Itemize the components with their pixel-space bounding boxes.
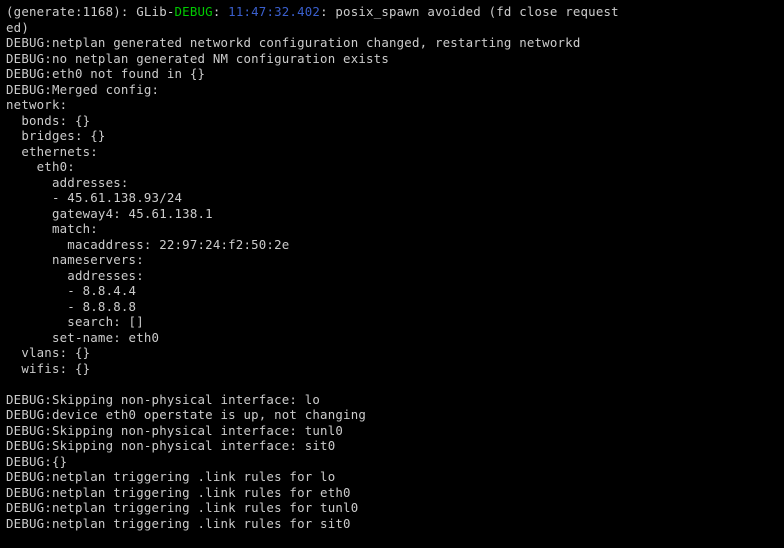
yaml-line: gateway4: 45.61.138.1 bbox=[6, 206, 213, 221]
yaml-line: network: bbox=[6, 97, 67, 112]
yaml-line: addresses: bbox=[6, 268, 144, 283]
debug-line: DEBUG:Skipping non-physical interface: t… bbox=[6, 423, 343, 438]
debug-line: DEBUG:netplan triggering .link rules for… bbox=[6, 469, 335, 484]
debug-line: DEBUG:no netplan generated NM configurat… bbox=[6, 51, 389, 66]
yaml-line: - 8.8.8.8 bbox=[6, 299, 136, 314]
debug-label: DEBUG bbox=[175, 4, 213, 19]
yaml-line: match: bbox=[6, 221, 98, 236]
glib-prefix: (generate:1168): GLib- bbox=[6, 4, 175, 19]
yaml-line: eth0: bbox=[6, 159, 75, 174]
yaml-line: wifis: {} bbox=[6, 361, 90, 376]
debug-line: DEBUG:Skipping non-physical interface: l… bbox=[6, 392, 320, 407]
debug-line: DEBUG:Skipping non-physical interface: s… bbox=[6, 438, 335, 453]
debug-line: DEBUG:device eth0 operstate is up, not c… bbox=[6, 407, 366, 422]
yaml-line: search: [] bbox=[6, 314, 144, 329]
debug-line: DEBUG:netplan triggering .link rules for… bbox=[6, 485, 351, 500]
yaml-line: - 45.61.138.93/24 bbox=[6, 190, 182, 205]
yaml-line: bridges: {} bbox=[6, 128, 106, 143]
terminal-output: (generate:1168): GLib-DEBUG: 11:47:32.40… bbox=[0, 0, 784, 535]
debug-line: DEBUG:netplan triggering .link rules for… bbox=[6, 516, 351, 531]
posix-spawn-msg: : posix_spawn avoided (fd close request bbox=[320, 4, 619, 19]
wrap-continuation: ed) bbox=[6, 20, 29, 35]
yaml-line: addresses: bbox=[6, 175, 129, 190]
debug-line: DEBUG:{} bbox=[6, 454, 67, 469]
yaml-line: nameservers: bbox=[6, 252, 144, 267]
yaml-line: macaddress: 22:97:24:f2:50:2e bbox=[6, 237, 289, 252]
debug-line: DEBUG:netplan generated networkd configu… bbox=[6, 35, 580, 50]
debug-line: DEBUG:eth0 not found in {} bbox=[6, 66, 205, 81]
debug-line: DEBUG:Merged config: bbox=[6, 82, 159, 97]
yaml-line: vlans: {} bbox=[6, 345, 90, 360]
timestamp: 11:47:32.402 bbox=[228, 4, 320, 19]
yaml-line: ethernets: bbox=[6, 144, 98, 159]
yaml-line: - 8.8.4.4 bbox=[6, 283, 136, 298]
colon-sep: : bbox=[213, 4, 228, 19]
yaml-line: bonds: {} bbox=[6, 113, 90, 128]
yaml-line: set-name: eth0 bbox=[6, 330, 159, 345]
debug-line: DEBUG:netplan triggering .link rules for… bbox=[6, 500, 358, 515]
